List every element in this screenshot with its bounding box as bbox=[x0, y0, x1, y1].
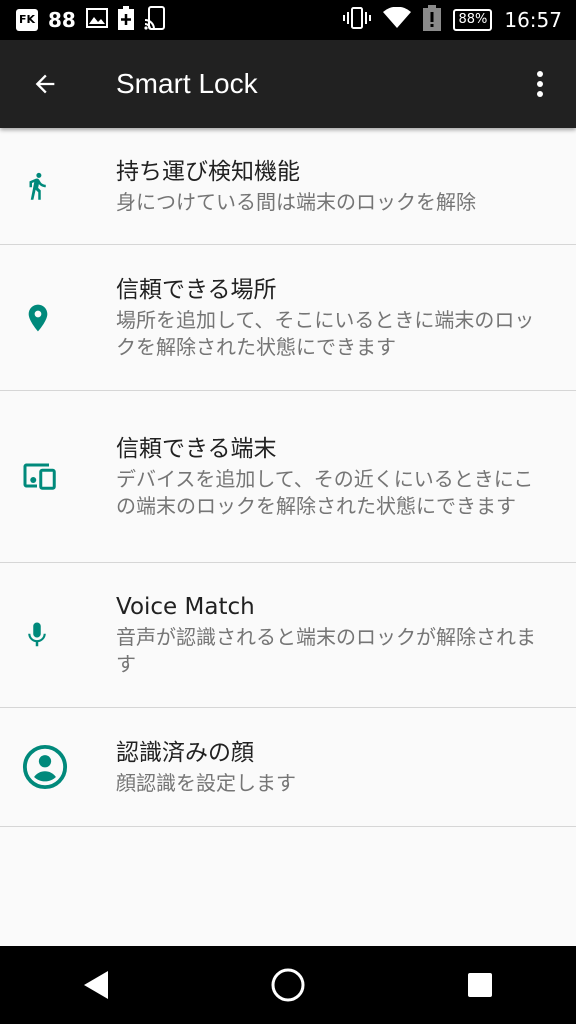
list-item-voice-match[interactable]: Voice Match 音声が認識されると端末のロックが解除されます bbox=[0, 563, 576, 708]
nav-recents-icon bbox=[468, 973, 492, 997]
arrow-back-icon bbox=[35, 74, 55, 94]
vibrate-icon bbox=[343, 6, 372, 34]
list-item-title: Voice Match bbox=[116, 594, 255, 620]
fk-notification-icon: FK bbox=[16, 9, 38, 31]
list-item-subtitle: 顔認識を設定します bbox=[116, 770, 296, 795]
face-icon bbox=[0, 744, 116, 790]
list-item-title: 信頼できる場所 bbox=[116, 276, 277, 303]
list-item-on-body-detection[interactable]: 持ち運び検知機能 身につけている間は端末のロックを解除 bbox=[0, 128, 576, 245]
more-vert-icon bbox=[537, 71, 543, 97]
wifi-icon bbox=[383, 6, 412, 34]
list-item-subtitle: デバイスを追加して、その近くにいるときにこの端末のロックを解除された状態にできま… bbox=[116, 466, 534, 518]
list-item-title: 認識済みの顔 bbox=[116, 739, 254, 766]
nav-recents-button[interactable] bbox=[440, 946, 520, 1024]
back-button[interactable] bbox=[0, 40, 90, 128]
status-bar: FK 88 88% 16:57 bbox=[0, 0, 576, 40]
alert-icon bbox=[423, 4, 442, 36]
devices-icon bbox=[0, 462, 116, 492]
page-title: Smart Lock bbox=[116, 68, 258, 99]
nav-back-button[interactable] bbox=[56, 946, 136, 1024]
notification-count: 88 bbox=[48, 8, 76, 32]
list-item-subtitle: 場所を追加して、そこにいるときに端末のロックを解除された状態にできます bbox=[116, 307, 535, 359]
smart-lock-options-list: 持ち運び検知機能 身につけている間は端末のロックを解除 信頼できる場所 場所を追… bbox=[0, 128, 576, 827]
nav-home-icon bbox=[271, 968, 305, 1002]
list-item-subtitle: 音声が認識されると端末のロックが解除されます bbox=[116, 625, 536, 676]
nav-back-icon bbox=[84, 971, 108, 999]
battery-icon: 88% bbox=[453, 9, 493, 31]
walk-icon bbox=[0, 168, 116, 204]
clock: 16:57 bbox=[504, 8, 562, 32]
cast-icon bbox=[144, 5, 166, 35]
list-item-trusted-face[interactable]: 認識済みの顔 顔認識を設定します bbox=[0, 708, 576, 827]
list-item-title: 持ち運び検知機能 bbox=[116, 158, 300, 185]
image-icon bbox=[85, 7, 108, 33]
list-item-title: 信頼できる端末 bbox=[116, 435, 277, 462]
list-item-trusted-devices[interactable]: 信頼できる端末 デバイスを追加して、その近くにいるときにこの端末のロックを解除さ… bbox=[0, 391, 576, 563]
nav-home-button[interactable] bbox=[248, 946, 328, 1024]
list-item-trusted-places[interactable]: 信頼できる場所 場所を追加して、そこにいるときに端末のロックを解除された状態にで… bbox=[0, 245, 576, 391]
app-bar: Smart Lock bbox=[0, 40, 576, 128]
more-options-button[interactable] bbox=[504, 40, 576, 128]
location-pin-icon bbox=[0, 300, 116, 336]
list-item-subtitle: 身につけている間は端末のロックを解除 bbox=[116, 189, 476, 214]
mic-icon bbox=[0, 617, 116, 653]
battery-saver-icon bbox=[117, 5, 134, 35]
navigation-bar bbox=[0, 946, 576, 1024]
